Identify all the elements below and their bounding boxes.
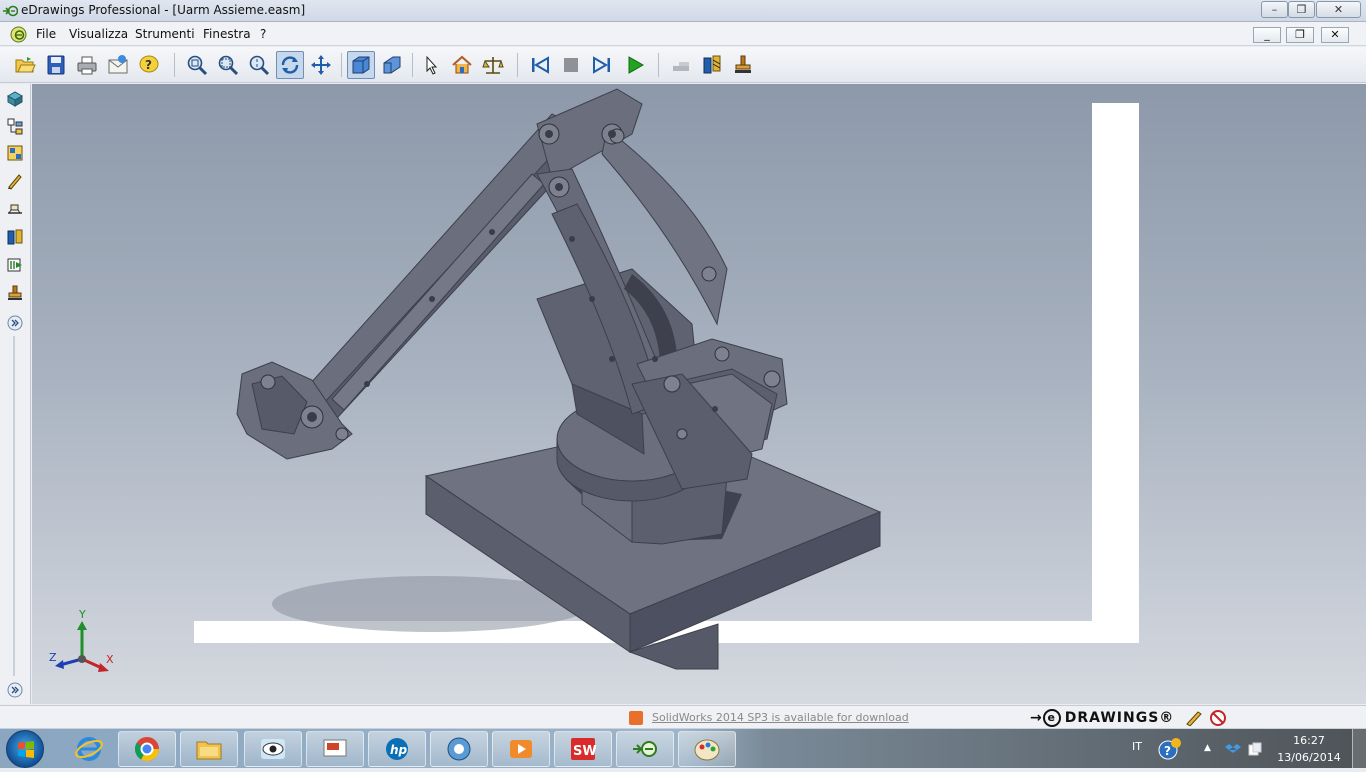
menu-visualizza[interactable]: Visualizza	[69, 27, 128, 41]
main-toolbar: ?	[0, 47, 1366, 83]
animation-icon[interactable]	[4, 254, 26, 276]
toolbar-separator	[341, 53, 342, 77]
markup-pen-icon[interactable]	[4, 170, 26, 192]
solidworks-icon[interactable]: SW	[554, 731, 612, 767]
triad-z-label: Z	[49, 651, 57, 664]
help-icon[interactable]: ?	[135, 51, 163, 79]
menu-help[interactable]: ?	[260, 27, 266, 41]
arrow-icon: →	[1030, 710, 1043, 726]
open-icon[interactable]	[11, 51, 39, 79]
menu-finestra[interactable]: Finestra	[203, 27, 251, 41]
toolbar-separator	[658, 53, 659, 77]
model-tree-icon[interactable]	[4, 142, 26, 164]
next-frame-icon[interactable]	[588, 51, 616, 79]
toolbar-separator	[174, 53, 175, 77]
eye-app-icon[interactable]	[244, 731, 302, 767]
windows-logo-icon	[18, 741, 34, 758]
devices-icon[interactable]	[1247, 741, 1263, 757]
markup-pencil-icon[interactable]	[1185, 710, 1203, 726]
explode-icon[interactable]	[698, 51, 726, 79]
brand-e-logo: e	[1042, 709, 1061, 727]
svg-text:?: ?	[1164, 744, 1171, 758]
stamp-icon[interactable]	[4, 282, 26, 304]
send-icon[interactable]	[104, 51, 132, 79]
edrawings-app-icon	[3, 5, 18, 17]
robot-arm-model[interactable]	[32, 84, 1366, 704]
media-player-icon[interactable]	[492, 731, 550, 767]
stop-icon[interactable]	[557, 51, 585, 79]
sidebar-divider	[13, 336, 15, 676]
configurations-icon[interactable]	[4, 115, 26, 137]
zoom-in-out-icon[interactable]	[245, 51, 273, 79]
hp-icon[interactable]: hp	[368, 731, 426, 767]
expand-bottom-icon[interactable]	[4, 679, 26, 701]
file-explorer-icon[interactable]	[180, 731, 238, 767]
pan-icon[interactable]	[307, 51, 335, 79]
maximize-button[interactable]: ❐	[1288, 1, 1315, 18]
show-desktop-button[interactable]	[1352, 729, 1366, 769]
measure-icon[interactable]	[4, 198, 26, 220]
expand-icon[interactable]	[4, 312, 26, 334]
play-icon[interactable]	[621, 51, 649, 79]
edrawings-brand: → e DRAWINGS®	[1030, 709, 1174, 727]
no-edit-icon[interactable]	[1209, 710, 1227, 726]
zoom-to-fit-icon[interactable]	[183, 51, 211, 79]
first-frame-icon[interactable]	[526, 51, 554, 79]
rotate-icon[interactable]	[276, 51, 304, 79]
perspective-icon[interactable]	[378, 51, 406, 79]
home-icon[interactable]	[448, 51, 476, 79]
3d-viewport[interactable]: Y X Z	[32, 84, 1366, 704]
menu-strumenti[interactable]: Strumenti	[135, 27, 195, 41]
triad-y-label: Y	[78, 609, 86, 621]
left-sidebar	[0, 84, 31, 704]
print-icon[interactable]	[73, 51, 101, 79]
explode-icon[interactable]	[4, 226, 26, 248]
paint-icon[interactable]	[678, 731, 736, 767]
toolbar-separator	[412, 53, 413, 77]
svg-text:?: ?	[145, 58, 152, 72]
stamp-icon[interactable]	[729, 51, 757, 79]
internet-explorer-icon[interactable]	[66, 731, 112, 767]
tray-expand-icon[interactable]: ▲	[1204, 743, 1211, 753]
rss-icon	[629, 711, 643, 725]
minimize-button[interactable]: –	[1261, 1, 1288, 18]
dropbox-icon[interactable]	[1225, 741, 1241, 757]
brand-text: DRAWINGS®	[1064, 710, 1175, 726]
toolbar-separator	[517, 53, 518, 77]
orientation-triad: Y X Z	[49, 609, 114, 672]
doc-restore-button[interactable]: ❐	[1286, 27, 1314, 43]
windows-taskbar: hp SW IT ? ▲ 16:27 13/06/2014	[0, 728, 1366, 769]
clock-date[interactable]: 13/06/2014	[1276, 751, 1342, 764]
doc-close-button[interactable]: ✕	[1321, 27, 1349, 43]
title-bar: eDrawings Professional - [Uarm Assieme.e…	[0, 0, 1366, 22]
svg-text:hp: hp	[390, 743, 408, 757]
chrome-icon[interactable]	[118, 731, 176, 767]
gray-tool-icon[interactable]	[667, 51, 695, 79]
menu-bar: File Visualizza Strumenti Finestra ? _ ❐…	[0, 22, 1366, 46]
shaded-icon[interactable]	[347, 51, 375, 79]
status-bar: SolidWorks 2014 SP3 is available for dow…	[0, 705, 1366, 728]
close-button[interactable]: ✕	[1316, 1, 1361, 18]
doc-minimize-button[interactable]: _	[1253, 27, 1281, 43]
zoom-to-area-icon[interactable]	[214, 51, 242, 79]
language-indicator[interactable]: IT	[1132, 740, 1142, 753]
edrawings-doc-icon[interactable]	[10, 26, 27, 43]
start-button[interactable]	[6, 730, 44, 768]
menu-file[interactable]: File	[36, 27, 56, 41]
save-icon[interactable]	[42, 51, 70, 79]
components-icon[interactable]	[4, 88, 26, 110]
update-link[interactable]: SolidWorks 2014 SP3 is available for dow…	[652, 711, 909, 724]
edrawings-icon[interactable]	[616, 731, 674, 767]
select-icon[interactable]	[417, 51, 445, 79]
presentation-icon[interactable]	[306, 731, 364, 767]
triad-x-label: X	[106, 653, 114, 666]
window-title: eDrawings Professional - [Uarm Assieme.e…	[21, 3, 306, 17]
clock-time[interactable]: 16:27	[1279, 734, 1339, 747]
svg-text:SW: SW	[573, 744, 597, 759]
measure-icon[interactable]	[479, 51, 507, 79]
action-center-icon[interactable]: ?	[1158, 737, 1182, 761]
network-icon[interactable]	[430, 731, 488, 767]
